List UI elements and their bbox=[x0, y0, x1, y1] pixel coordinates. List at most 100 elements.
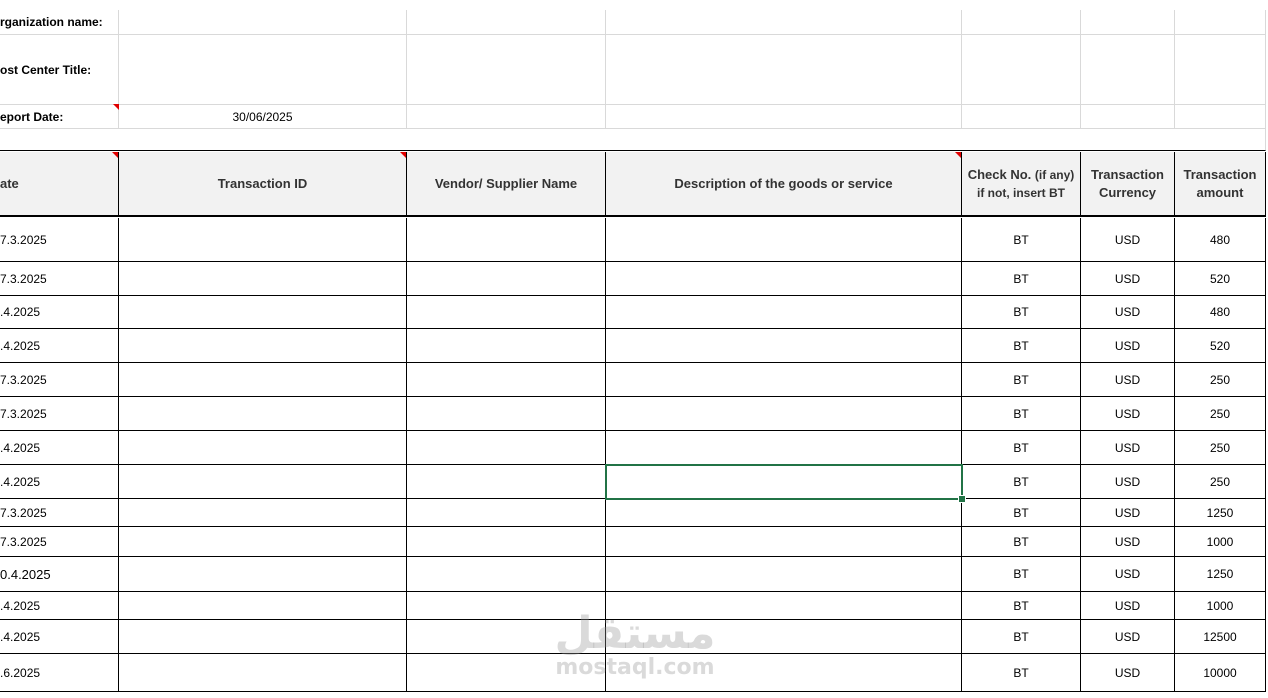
table-cell-check[interactable]: BT bbox=[962, 262, 1081, 296]
table-cell-amount[interactable]: 520 bbox=[1175, 262, 1266, 296]
header-vendor[interactable]: Vendor/ Supplier Name bbox=[407, 152, 606, 217]
table-cell-currency[interactable]: USD bbox=[1081, 620, 1175, 654]
empty-cell[interactable] bbox=[407, 105, 606, 129]
empty-cell[interactable] bbox=[962, 10, 1081, 35]
table-cell-txn[interactable] bbox=[119, 262, 407, 296]
table-cell-amount[interactable]: 250 bbox=[1175, 431, 1266, 465]
table-cell-desc[interactable] bbox=[606, 620, 962, 654]
table-cell-amount[interactable]: 480 bbox=[1175, 296, 1266, 329]
empty-cell[interactable] bbox=[1175, 10, 1266, 35]
table-cell-txn[interactable] bbox=[119, 499, 407, 527]
table-cell-txn[interactable] bbox=[119, 654, 407, 692]
table-cell-amount[interactable]: 520 bbox=[1175, 329, 1266, 363]
table-cell-amount[interactable]: 1250 bbox=[1175, 499, 1266, 527]
table-cell-date[interactable]: 7.3.2025 bbox=[0, 363, 119, 397]
table-cell-check[interactable]: BT bbox=[962, 329, 1081, 363]
table-cell-amount[interactable]: 12500 bbox=[1175, 620, 1266, 654]
table-cell-currency[interactable]: USD bbox=[1081, 499, 1175, 527]
table-cell-amount[interactable]: 250 bbox=[1175, 363, 1266, 397]
table-cell-amount[interactable]: 1250 bbox=[1175, 557, 1266, 592]
empty-cell[interactable] bbox=[407, 10, 606, 35]
table-cell-currency[interactable]: USD bbox=[1081, 329, 1175, 363]
empty-cell[interactable] bbox=[606, 105, 962, 129]
table-cell-vendor[interactable] bbox=[407, 654, 606, 692]
header-date[interactable]: ate bbox=[0, 152, 119, 217]
table-cell-currency[interactable]: USD bbox=[1081, 527, 1175, 557]
header-transaction-id[interactable]: Transaction ID bbox=[119, 152, 407, 217]
table-cell-vendor[interactable] bbox=[407, 592, 606, 620]
table-cell-amount[interactable]: 250 bbox=[1175, 465, 1266, 499]
empty-cell[interactable] bbox=[1081, 35, 1175, 105]
table-cell-desc[interactable] bbox=[606, 557, 962, 592]
table-cell-check[interactable]: BT bbox=[962, 592, 1081, 620]
table-cell-desc[interactable] bbox=[606, 363, 962, 397]
table-cell-currency[interactable]: USD bbox=[1081, 218, 1175, 262]
table-cell-txn[interactable] bbox=[119, 465, 407, 499]
table-cell-txn[interactable] bbox=[119, 296, 407, 329]
table-cell-date[interactable]: 7.3.2025 bbox=[0, 397, 119, 431]
table-cell-txn[interactable] bbox=[119, 218, 407, 262]
table-cell-currency[interactable]: USD bbox=[1081, 431, 1175, 465]
table-cell-vendor[interactable] bbox=[407, 397, 606, 431]
table-cell-currency[interactable]: USD bbox=[1081, 465, 1175, 499]
table-cell-desc[interactable] bbox=[606, 218, 962, 262]
table-cell-check[interactable]: BT bbox=[962, 218, 1081, 262]
table-cell-currency[interactable]: USD bbox=[1081, 397, 1175, 431]
table-cell-date[interactable]: 0.4.2025 bbox=[0, 557, 119, 592]
table-cell-amount[interactable]: 250 bbox=[1175, 397, 1266, 431]
table-cell-desc[interactable] bbox=[606, 397, 962, 431]
table-cell-date[interactable]: .4.2025 bbox=[0, 592, 119, 620]
empty-cell[interactable] bbox=[1081, 105, 1175, 129]
table-cell-amount[interactable]: 10000 bbox=[1175, 654, 1266, 692]
table-cell-txn[interactable] bbox=[119, 397, 407, 431]
table-cell-date[interactable]: .4.2025 bbox=[0, 465, 119, 499]
table-cell-vendor[interactable] bbox=[407, 620, 606, 654]
empty-cell[interactable] bbox=[606, 35, 962, 105]
table-cell-date[interactable]: .4.2025 bbox=[0, 296, 119, 329]
active-cell-selection[interactable] bbox=[605, 464, 963, 500]
table-cell-currency[interactable]: USD bbox=[1081, 592, 1175, 620]
table-cell-date[interactable]: .4.2025 bbox=[0, 620, 119, 654]
table-cell-currency[interactable]: USD bbox=[1081, 363, 1175, 397]
table-cell-txn[interactable] bbox=[119, 592, 407, 620]
table-cell-txn[interactable] bbox=[119, 620, 407, 654]
table-cell-txn[interactable] bbox=[119, 431, 407, 465]
table-cell-check[interactable]: BT bbox=[962, 620, 1081, 654]
report-date-cell[interactable]: 30/06/2025 bbox=[119, 105, 407, 129]
cost-value-cell[interactable] bbox=[119, 35, 407, 105]
empty-cell[interactable] bbox=[962, 35, 1081, 105]
spreadsheet-grid[interactable]: rganization name: ost Center Title: epor… bbox=[0, 0, 1268, 698]
table-cell-vendor[interactable] bbox=[407, 557, 606, 592]
empty-cell[interactable] bbox=[407, 35, 606, 105]
table-cell-vendor[interactable] bbox=[407, 262, 606, 296]
table-cell-vendor[interactable] bbox=[407, 431, 606, 465]
table-cell-check[interactable]: BT bbox=[962, 499, 1081, 527]
empty-row[interactable] bbox=[0, 129, 1266, 151]
empty-cell[interactable] bbox=[606, 10, 962, 35]
table-cell-desc[interactable] bbox=[606, 592, 962, 620]
table-cell-txn[interactable] bbox=[119, 557, 407, 592]
table-cell-check[interactable]: BT bbox=[962, 654, 1081, 692]
table-cell-date[interactable]: 7.3.2025 bbox=[0, 218, 119, 262]
table-cell-desc[interactable] bbox=[606, 262, 962, 296]
fill-handle[interactable] bbox=[958, 495, 966, 503]
table-cell-date[interactable]: 7.3.2025 bbox=[0, 527, 119, 557]
table-cell-check[interactable]: BT bbox=[962, 557, 1081, 592]
header-currency[interactable]: Transaction Currency bbox=[1081, 152, 1175, 217]
table-cell-vendor[interactable] bbox=[407, 296, 606, 329]
table-cell-check[interactable]: BT bbox=[962, 431, 1081, 465]
empty-cell[interactable] bbox=[1175, 105, 1266, 129]
table-cell-currency[interactable]: USD bbox=[1081, 654, 1175, 692]
table-cell-desc[interactable] bbox=[606, 329, 962, 363]
table-cell-desc[interactable] bbox=[606, 527, 962, 557]
header-check-no[interactable]: Check No. (if any) if not, insert BT bbox=[962, 152, 1081, 217]
table-cell-check[interactable]: BT bbox=[962, 465, 1081, 499]
header-description[interactable]: Description of the goods or service bbox=[606, 152, 962, 217]
org-value-cell[interactable] bbox=[119, 10, 407, 35]
table-cell-txn[interactable] bbox=[119, 363, 407, 397]
table-cell-check[interactable]: BT bbox=[962, 363, 1081, 397]
table-cell-vendor[interactable] bbox=[407, 499, 606, 527]
empty-cell[interactable] bbox=[1081, 10, 1175, 35]
table-cell-date[interactable]: .6.2025 bbox=[0, 654, 119, 692]
table-cell-txn[interactable] bbox=[119, 329, 407, 363]
